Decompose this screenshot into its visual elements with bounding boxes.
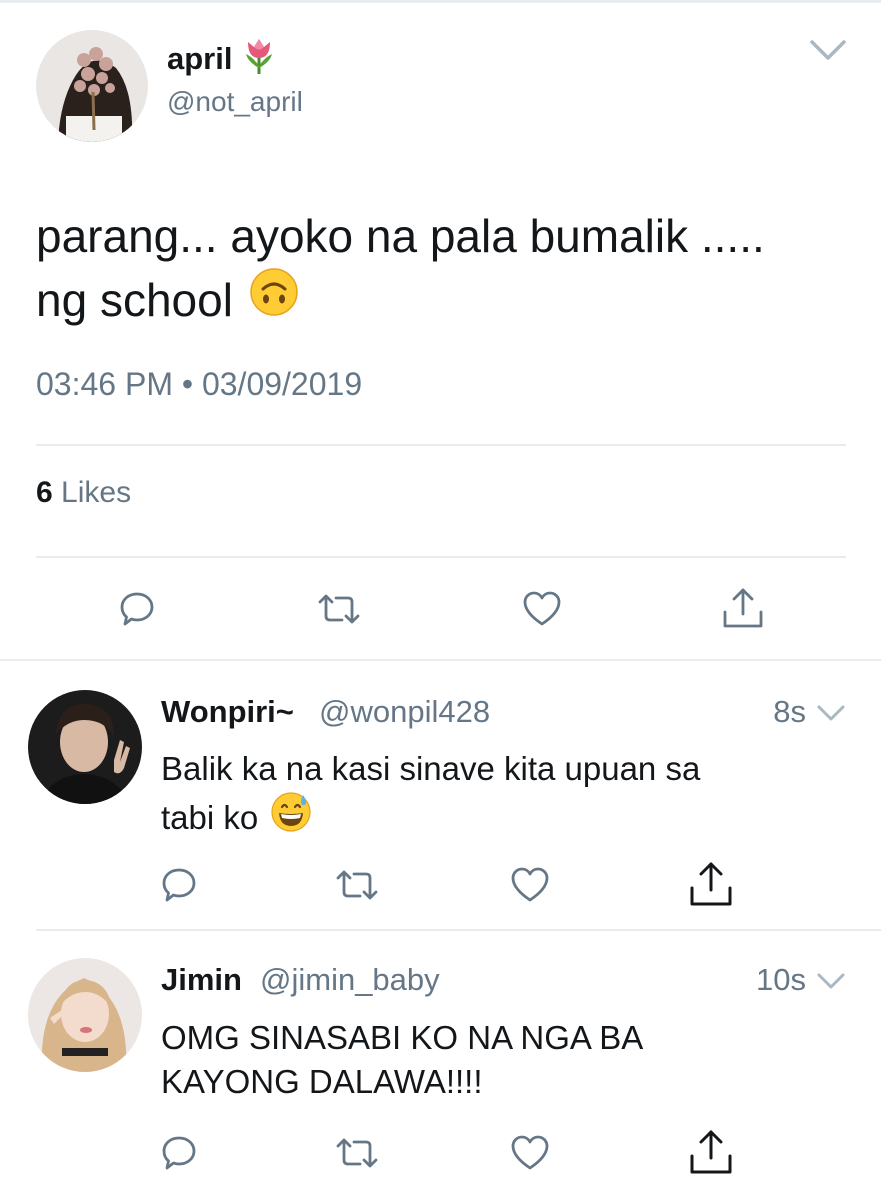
tweet-text: parang... ayoko na pala bumalik ..... ng… (36, 205, 836, 332)
divider (36, 929, 881, 931)
reply-icon[interactable] (160, 866, 198, 904)
avatar[interactable] (28, 690, 142, 804)
reply-author-handle[interactable]: @wonpil428 (319, 694, 490, 730)
share-icon[interactable] (688, 1128, 734, 1176)
reply-icon[interactable] (118, 590, 156, 628)
share-icon[interactable] (688, 860, 734, 908)
reply-time[interactable]: 8s (740, 694, 806, 730)
retweet-icon[interactable] (334, 868, 380, 902)
upside-down-face-icon (249, 267, 299, 332)
reply-text: OMG SINASABI KO NA NGA BA KAYONG DALAWA!… (161, 1019, 644, 1100)
divider (36, 444, 846, 446)
divider (36, 556, 846, 558)
retweet-icon[interactable] (334, 1136, 380, 1170)
chevron-down-icon[interactable] (816, 971, 846, 991)
avatar[interactable] (28, 958, 142, 1072)
reply-text: Balik ka na kasi sinave kita upuan sa ta… (161, 747, 861, 844)
author-name[interactable]: april (167, 36, 276, 82)
author-handle[interactable]: @not_april (167, 86, 303, 118)
divider (0, 659, 881, 661)
reply-author-name[interactable]: Jimin (161, 962, 242, 998)
reply-author-handle[interactable]: @jimin_baby (260, 962, 440, 998)
like-icon[interactable] (522, 590, 562, 628)
like-icon[interactable] (510, 1134, 550, 1172)
chevron-down-icon[interactable] (816, 703, 846, 723)
chevron-down-icon[interactable] (808, 36, 848, 64)
reply-author-name[interactable]: Wonpiri~ (161, 694, 294, 730)
tulip-icon (242, 36, 276, 82)
grinning-face-with-sweat-icon (270, 791, 312, 844)
retweet-icon[interactable] (316, 592, 362, 626)
share-icon[interactable] (722, 586, 764, 630)
reply-icon[interactable] (160, 1134, 198, 1172)
likes-stat[interactable]: 6 Likes (36, 476, 131, 510)
like-icon[interactable] (510, 866, 550, 904)
avatar[interactable] (36, 30, 148, 142)
tweet-timestamp[interactable]: 03:46 PM • 03/09/2019 (36, 366, 362, 403)
top-divider (0, 0, 881, 3)
likes-label: Likes (61, 476, 132, 509)
likes-count: 6 (36, 476, 53, 509)
reply-time[interactable]: 10s (724, 962, 806, 998)
